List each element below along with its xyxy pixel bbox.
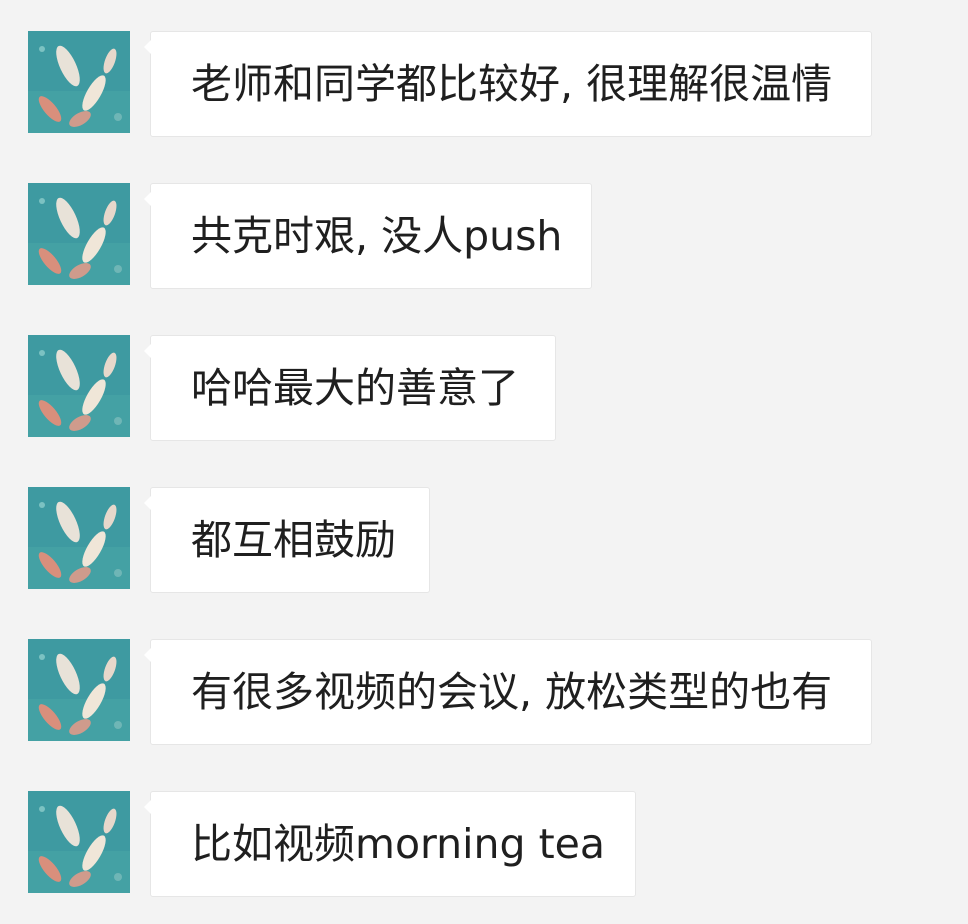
message-bubble[interactable]: 有很多视频的会议, 放松类型的也有 [144, 639, 872, 745]
chat-message-list: 老师和同学都比较好, 很理解很温情 共克时艰, 没人push 哈哈最大的善意了 … [0, 0, 968, 924]
message-text: 老师和同学都比较好, 很理解很温情 [191, 59, 833, 108]
avatar[interactable] [28, 639, 130, 741]
message-bubble[interactable]: 比如视频morning tea [144, 791, 636, 897]
message-bubble[interactable]: 共克时艰, 没人push [144, 183, 592, 289]
koi-fish-avatar-icon [28, 639, 130, 741]
message-text: 哈哈最大的善意了 [191, 363, 519, 412]
avatar[interactable] [28, 31, 130, 133]
message-row: 老师和同学都比较好, 很理解很温情 [28, 31, 872, 137]
avatar[interactable] [28, 183, 130, 285]
koi-fish-avatar-icon [28, 31, 130, 133]
message-row: 共克时艰, 没人push [28, 183, 592, 289]
koi-fish-avatar-icon [28, 487, 130, 589]
message-text: 共克时艰, 没人push [191, 211, 563, 260]
message-text: 有很多视频的会议, 放松类型的也有 [191, 667, 833, 716]
message-row: 都互相鼓励 [28, 487, 430, 593]
avatar[interactable] [28, 335, 130, 437]
message-row: 哈哈最大的善意了 [28, 335, 556, 441]
koi-fish-avatar-icon [28, 335, 130, 437]
message-row: 有很多视频的会议, 放松类型的也有 [28, 639, 872, 745]
koi-fish-avatar-icon [28, 791, 130, 893]
message-text: 比如视频morning tea [191, 819, 606, 868]
message-text: 都互相鼓励 [191, 515, 396, 564]
koi-fish-avatar-icon [28, 183, 130, 285]
message-bubble[interactable]: 哈哈最大的善意了 [144, 335, 556, 441]
message-row: 比如视频morning tea [28, 791, 636, 897]
message-bubble[interactable]: 老师和同学都比较好, 很理解很温情 [144, 31, 872, 137]
avatar[interactable] [28, 487, 130, 589]
message-bubble[interactable]: 都互相鼓励 [144, 487, 430, 593]
avatar[interactable] [28, 791, 130, 893]
